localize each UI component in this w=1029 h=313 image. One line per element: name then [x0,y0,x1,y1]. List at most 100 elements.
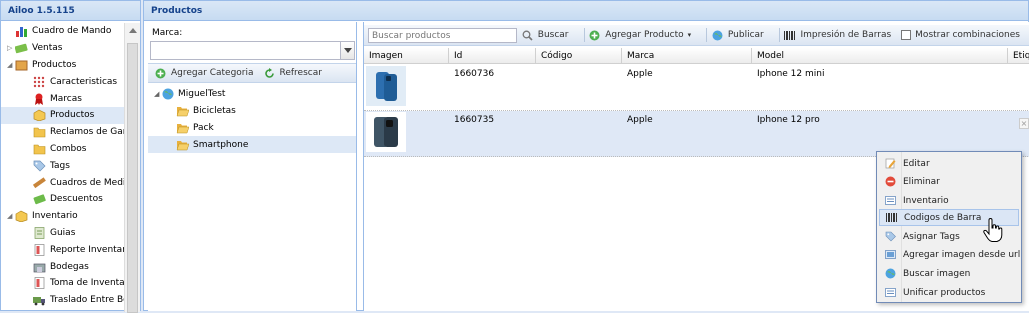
menu-item-search-image[interactable]: Buscar imagen [879,265,1019,282]
nav-item-label: Tags [50,160,70,171]
tag-icon [33,160,46,172]
nav-item-productos[interactable]: ◢ Productos [1,57,125,74]
report-icon [34,243,45,256]
nav-item-label: Toma de Inventario [50,278,125,289]
show-combinations-toggle[interactable]: Mostrar combinaciones [901,30,1020,40]
product-image-cell [364,65,449,110]
column-header-tags[interactable]: Etiq [1008,48,1029,63]
print-barcodes-button[interactable]: Impresión de Barras [784,30,891,41]
hand-cursor-icon [983,218,1003,242]
box-icon [15,60,28,71]
menu-item-label: Inventario [903,195,949,206]
nav-item-label: Marcas [50,93,82,104]
refresh-label: Refrescar [279,68,322,78]
warehouse-icon [33,263,46,272]
navigation-panel-title: Ailoo 1.5.115 [1,1,140,21]
column-header-brand[interactable]: Marca [622,48,752,63]
box-icon [15,210,28,223]
search-button-label: Buscar [537,30,569,40]
nav-item-tags[interactable]: Tags [1,157,125,174]
category-label: MiguelTest [178,88,226,99]
menu-item-merge-products[interactable]: Unificar productos [879,284,1019,301]
expander-icon[interactable]: ▷ [7,44,15,52]
add-product-label: Agregar Producto [605,30,684,40]
refresh-button[interactable]: Refrescar [264,67,322,79]
cell-id: 1660736 [454,69,495,79]
column-header-image[interactable]: Imagen [364,48,449,63]
nav-item-guias[interactable]: Guias [1,225,125,242]
nav-item-label: Ventas [32,43,63,54]
folder-open-icon [176,140,189,150]
menu-item-delete[interactable]: Eliminar [879,173,1019,190]
nav-item-caracteristicas[interactable]: Caracteristicas [1,73,125,90]
nav-item-descuentos[interactable]: Descuentos [1,191,125,208]
add-circle-icon [155,68,166,78]
grid-dots-icon [33,76,45,87]
nav-item-bodegas[interactable]: Bodegas [1,258,125,275]
cash-icon [15,43,28,54]
scrollbar-thumb[interactable] [127,43,138,313]
nav-item-reporte-inventario[interactable]: Reporte Inventario [1,241,125,258]
nav-item-cuadros-medida[interactable]: Cuadros de Medida [1,174,125,191]
nav-item-label: Combos [50,143,87,154]
product-image-cell [364,111,449,156]
nav-item-inventario[interactable]: ◢ Inventario [1,208,125,225]
category-node-pack[interactable]: Pack [148,119,356,136]
product-box-icon [33,109,46,122]
folder-icon [33,127,46,138]
category-label: Pack [193,122,214,133]
collapse-icon[interactable]: ◢ [7,61,15,69]
menu-item-edit[interactable]: Editar [879,155,1019,172]
nav-item-combos[interactable]: Combos [1,141,125,158]
category-node-root[interactable]: ◢ MiguelTest [148,85,356,102]
search-input[interactable]: Buscar productos [368,27,517,43]
nav-item-label: Bodegas [50,261,89,272]
collapse-icon[interactable]: ◢ [7,212,15,220]
cell-model: Iphone 12 pro [757,115,820,125]
nav-item-label: Reclamos de Gara [50,127,125,138]
column-header-id[interactable]: Id [449,48,536,63]
collapse-icon[interactable]: ◢ [154,90,162,98]
navigation-tree: Cuadro de Mando ▷ Ventas ◢ Productos Car… [1,23,125,312]
menu-item-label: Unificar productos [903,287,986,298]
nav-item-traslado-bodegas[interactable]: Traslado Entre Bod [1,292,125,309]
search-icon [522,30,533,41]
nav-item-toma-inventario[interactable]: Toma de Inventario [1,275,125,292]
column-header-code[interactable]: Código [536,48,622,63]
nav-item-label: Caracteristicas [50,76,118,87]
discount-icon [33,194,46,205]
category-node-smartphone[interactable]: Smartphone [148,136,356,153]
nav-item-cuadro-de-mando[interactable]: Cuadro de Mando [1,23,125,40]
add-category-label: Agregar Categoria [171,68,254,78]
add-product-button[interactable]: Agregar Producto ▾ [589,30,691,41]
table-row[interactable]: 1660736 Apple Iphone 12 mini [364,65,1029,111]
merge-icon [885,288,896,297]
menu-item-add-image-url[interactable]: Agregar imagen desde url [879,246,1021,263]
nav-item-ventas[interactable]: ▷ Ventas [1,40,125,57]
show-combinations-checkbox[interactable] [901,30,912,40]
brand-select[interactable] [150,41,355,60]
nav-item-productos-list[interactable]: Productos [1,106,125,124]
nav-item-label: Descuentos [50,194,103,205]
edit-icon [885,158,896,169]
refresh-icon [264,67,274,78]
toolbar-separator [778,28,780,42]
nav-item-reclamos-garantia[interactable]: Reclamos de Gara [1,124,125,141]
chevron-down-icon[interactable] [340,42,354,59]
menu-item-label: Buscar imagen [903,268,971,279]
category-label: Bicicletas [193,105,236,116]
category-node-bicicletas[interactable]: Bicicletas [148,102,356,119]
nav-item-marcas[interactable]: Marcas [1,90,125,107]
search-button[interactable]: Buscar [522,30,569,41]
menu-item-inventory[interactable]: Inventario [879,192,1019,209]
barcode-icon [886,213,897,222]
close-icon[interactable]: × [1019,118,1029,129]
column-header-model[interactable]: Model [752,48,1008,63]
scroll-up-icon[interactable] [129,28,137,33]
menu-item-label: Agregar imagen desde url [903,249,1021,260]
menu-item-label: Eliminar [903,176,940,187]
navigation-scrollbar[interactable] [124,23,140,313]
publish-button[interactable]: Publicar [712,30,764,41]
menu-item-label: Editar [903,158,930,169]
add-category-button[interactable]: Agregar Categoria [155,68,254,79]
